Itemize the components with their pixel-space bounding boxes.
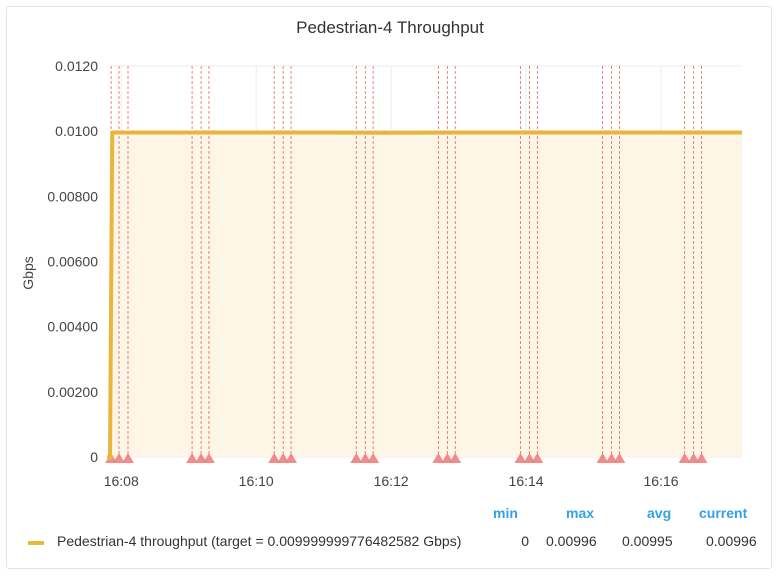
x-tick-label-0: 16:08 bbox=[104, 473, 139, 489]
chart-area bbox=[110, 132, 742, 457]
legend-header-avg[interactable]: avg bbox=[647, 505, 671, 521]
y-tick-label-6: 0.0120 bbox=[55, 58, 98, 74]
y-tick-label-3: 0.00600 bbox=[47, 254, 98, 270]
y-axis: 0 0.00200 0.00400 0.00600 0.00800 0.0100 0.012… bbox=[47, 58, 98, 465]
legend-item[interactable]: Pedestrian-4 throughput (target = 0.0099… bbox=[24, 533, 764, 553]
legend-avg-value: 0.00995 bbox=[622, 533, 673, 549]
x-tick-label-4: 16:16 bbox=[644, 473, 679, 489]
y-tick-label-0: 0 bbox=[90, 449, 98, 465]
legend-header-min[interactable]: min bbox=[493, 505, 518, 521]
series-area-fill bbox=[110, 132, 742, 457]
y-tick-label-5: 0.0100 bbox=[55, 123, 98, 139]
series-start-point bbox=[107, 454, 113, 460]
y-tick-label-1: 0.00200 bbox=[47, 384, 98, 400]
x-tick-label-2: 16:12 bbox=[374, 473, 409, 489]
y-axis-label: Gbps bbox=[20, 256, 36, 289]
legend-header-max[interactable]: max bbox=[566, 505, 594, 521]
y-tick-label-4: 0.00800 bbox=[47, 188, 98, 204]
throughput-chart: 0 0.00200 0.00400 0.00600 0.00800 0.0100 0.012… bbox=[20, 58, 742, 489]
legend-color-swatch[interactable] bbox=[28, 541, 44, 545]
legend-header-current[interactable]: current bbox=[699, 505, 747, 521]
legend-series-name[interactable]: Pedestrian-4 throughput (target = 0.0099… bbox=[57, 533, 461, 549]
legend-max-value: 0.00996 bbox=[546, 533, 597, 549]
x-tick-label-1: 16:10 bbox=[239, 473, 274, 489]
legend-current-value: 0.00996 bbox=[706, 533, 757, 549]
legend-min-value: 0 bbox=[521, 533, 529, 549]
x-axis: 16:08 16:10 16:12 16:14 16:16 bbox=[104, 473, 679, 489]
x-tick-label-3: 16:14 bbox=[509, 473, 544, 489]
y-tick-label-2: 0.00400 bbox=[47, 319, 98, 335]
